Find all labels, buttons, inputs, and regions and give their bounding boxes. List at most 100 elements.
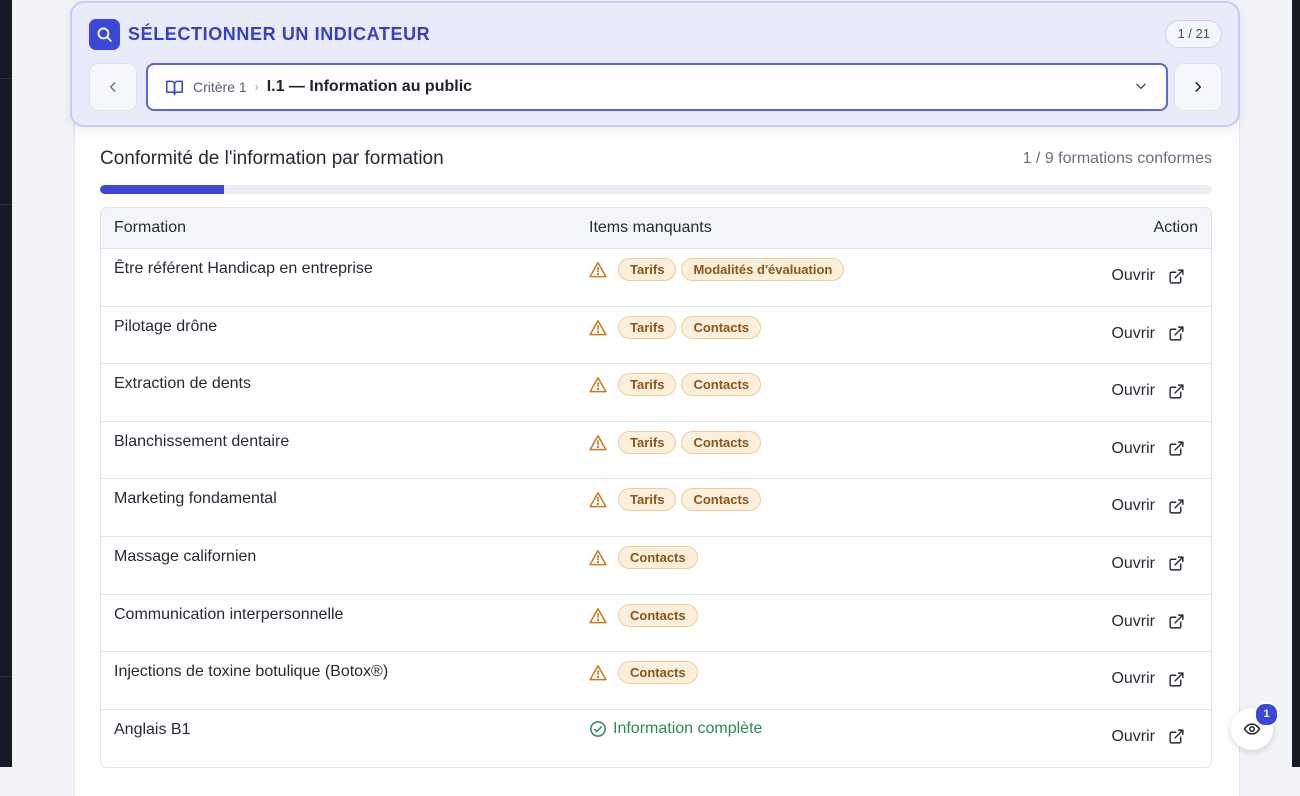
missing-item-tag: Contacts [618,661,698,685]
formation-name: Marketing fondamental [114,490,277,508]
warning-icon [589,261,607,278]
open-label: Ouvrir [1111,727,1155,745]
formation-name: Massage californien [114,547,257,565]
external-link-icon [1168,671,1185,688]
open-label: Ouvrir [1111,612,1155,630]
indicator-counter: 1 / 21 [1165,20,1222,48]
conformity-progress-bar [100,185,1212,194]
missing-items-cell: Information complète [589,719,762,739]
external-link-icon [1168,325,1185,342]
open-formation-button[interactable]: Ouvrir [1111,612,1185,632]
warning-icon [589,491,607,508]
open-label: Ouvrir [1111,267,1155,284]
formation-name: Être référent Handicap en entreprise [114,260,373,277]
sidebar-edge [0,0,12,767]
external-link-icon [1168,498,1185,515]
table-row: Communication interpersonnelle Contacts Ou… [101,595,1211,653]
open-formation-button[interactable]: Ouvrir [1111,496,1185,516]
formation-name: Pilotage drône [114,317,218,335]
external-link-icon [1168,440,1185,457]
table-row: Pilotage drône Tarifs Contacts Ouvrir [101,307,1211,365]
missing-items-cell: Tarifs Contacts [589,488,762,512]
warning-icon [589,664,607,681]
table-row: Massage californien Contacts Ouvrir [101,537,1211,595]
open-formation-button[interactable]: Ouvrir [1111,439,1185,459]
previous-indicator-button[interactable] [89,63,137,111]
table-body: Être référent Handicap en entreprise Tari… [101,249,1211,767]
selected-indicator: I.1 — Information au public [266,78,473,95]
missing-item-tag: Contacts [681,430,762,454]
next-indicator-button[interactable] [1174,63,1222,111]
open-formation-button[interactable]: Ouvrir [1111,381,1185,401]
formation-name: Injections de toxine botulique (Botox®) [114,663,389,681]
external-link-icon [1168,613,1185,630]
search-icon [89,19,120,50]
table-row: Être référent Handicap en entreprise Tari… [101,249,1211,307]
missing-item-tag: Modalités d'évaluation [681,258,845,281]
missing-item-tag: Tarifs [618,430,677,454]
table-row: Injections de toxine botulique (Botox®) C… [101,652,1211,710]
book-icon [165,79,184,96]
open-label: Ouvrir [1111,554,1155,572]
formations-table: Formation Items manquants Action Être ré… [100,207,1212,769]
chevron-right-icon [1195,82,1202,92]
missing-item-tag: Tarifs [618,373,677,397]
missing-items-cell: Tarifs Contacts [589,373,762,397]
warning-icon [589,319,607,336]
formation-name: Extraction de dents [114,375,251,393]
external-link-icon [1168,268,1185,285]
conformity-progress-fill [100,185,224,194]
missing-items-cell: Contacts [589,545,698,569]
missing-item-tag: Contacts [681,488,762,512]
missing-items-cell: Tarifs Modalités d'évaluation [589,258,845,281]
indicator-dropdown[interactable]: Critère 1 › I.1 — Information au public [146,63,1168,111]
header-formation: Formation [114,219,187,236]
warning-icon [589,434,607,451]
missing-item-tag: Tarifs [618,258,677,281]
complete-status: Information complète [589,719,762,739]
missing-items-cell: Contacts [589,603,698,627]
table-row: Anglais B1 Information complète Ouvrir [101,710,1211,768]
missing-items-cell: Tarifs Contacts [589,430,762,454]
open-formation-button[interactable]: Ouvrir [1111,669,1185,689]
indicator-selector: SÉLECTIONNER UN INDICATEUR 1 / 21 Critèr… [70,1,1240,127]
warning-icon [589,607,607,624]
missing-item-tag: Contacts [681,315,762,339]
notification-badge: 1 [1254,702,1279,727]
missing-item-tag: Tarifs [618,315,677,339]
missing-items-cell: Contacts [589,661,698,685]
open-formation-button[interactable]: Ouvrir [1111,266,1185,286]
missing-item-tag: Contacts [618,603,698,627]
open-formation-button[interactable]: Ouvrir [1111,727,1185,747]
table-header: Formation Items manquants Action [101,208,1211,249]
conformity-count: 1 / 9 formations conformes [1022,150,1212,167]
external-link-icon [1168,383,1185,400]
table-row: Marketing fondamental Tarifs Contacts Ouvri… [101,479,1211,537]
formation-name: Communication interpersonnelle [114,605,344,623]
selector-title: SÉLECTIONNER UN INDICATEUR [128,24,431,44]
external-link-icon [1168,728,1185,745]
warning-icon [589,549,607,566]
open-label: Ouvrir [1111,439,1155,457]
breadcrumb-separator-icon: › [254,80,259,94]
open-formation-button[interactable]: Ouvrir [1111,324,1185,344]
window-edge [1292,0,1300,767]
header-action: Action [1153,219,1198,236]
open-label: Ouvrir [1111,497,1155,515]
criterion-label: Critère 1 [193,79,247,95]
formation-name: Blanchissement dentaire [114,432,290,450]
complete-label: Information complète [613,719,763,737]
chevron-down-icon [1134,79,1148,98]
conformity-title: Conformité de l'information par formatio… [100,148,444,169]
table-row: Blanchissement dentaire Tarifs Contacts Ouv… [101,422,1211,480]
open-label: Ouvrir [1111,670,1155,688]
open-formation-button[interactable]: Ouvrir [1111,554,1185,574]
external-link-icon [1168,555,1185,572]
header-missing-items: Items manquants [589,219,712,236]
table-row: Extraction de dents Tarifs Contacts Ouvrir [101,364,1211,422]
open-label: Ouvrir [1111,324,1155,342]
warning-icon [589,376,607,393]
chevron-left-icon [109,82,116,92]
formation-name: Anglais B1 [114,720,191,738]
missing-item-tag: Tarifs [618,488,677,512]
